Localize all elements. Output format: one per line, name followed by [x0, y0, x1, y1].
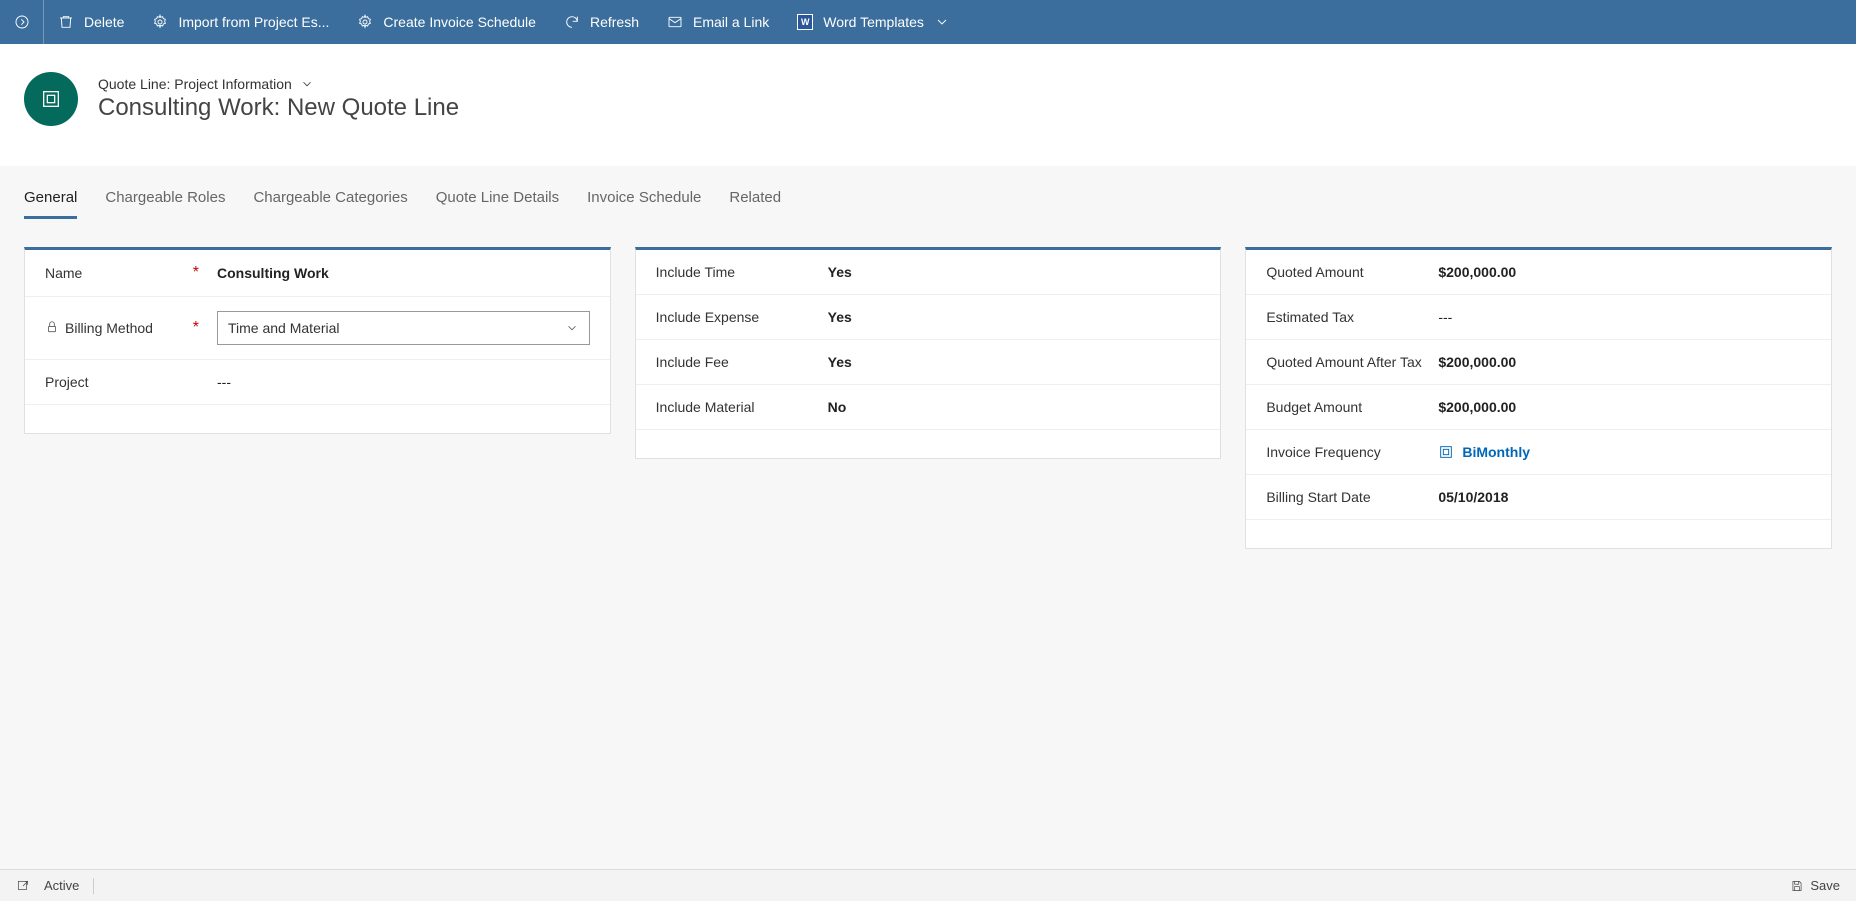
separator	[93, 878, 94, 894]
include-time-label: Include Time	[656, 264, 735, 280]
popout-button[interactable]	[16, 879, 30, 893]
field-invoice-frequency[interactable]: Invoice Frequency BiMonthly	[1246, 430, 1831, 475]
field-include-material[interactable]: Include Material No	[636, 385, 1221, 430]
status-label: Active	[44, 878, 79, 893]
billing-method-select[interactable]: Time and Material	[217, 311, 590, 345]
billing-start-label: Billing Start Date	[1266, 489, 1370, 505]
chevron-down-icon	[934, 14, 950, 30]
field-budget-amount[interactable]: Budget Amount $200,000.00	[1246, 385, 1831, 430]
field-estimated-tax[interactable]: Estimated Tax ---	[1246, 295, 1831, 340]
tab-related[interactable]: Related	[729, 189, 781, 219]
billing-method-value: Time and Material	[228, 320, 340, 336]
page-header: Quote Line: Project Information Consulti…	[0, 44, 1856, 166]
form-selector[interactable]: Quote Line: Project Information	[98, 76, 459, 92]
page-title: Consulting Work: New Quote Line	[98, 94, 459, 122]
include-material-label: Include Material	[656, 399, 755, 415]
field-include-time[interactable]: Include Time Yes	[636, 250, 1221, 295]
billing-start-value: 05/10/2018	[1438, 489, 1811, 505]
project-value: ---	[217, 374, 590, 390]
budget-amount-label: Budget Amount	[1266, 399, 1362, 415]
invoice-frequency-text: BiMonthly	[1462, 444, 1530, 460]
word-templates-button[interactable]: W Word Templates	[783, 0, 964, 44]
required-marker: *	[193, 319, 199, 337]
field-billing-start-date[interactable]: Billing Start Date 05/10/2018	[1246, 475, 1831, 520]
project-label: Project	[45, 374, 89, 390]
word-templates-label: Word Templates	[823, 14, 924, 30]
chevron-down-icon	[300, 77, 314, 91]
tab-invoice-schedule[interactable]: Invoice Schedule	[587, 189, 701, 219]
email-link-button[interactable]: Email a Link	[653, 0, 783, 44]
delete-label: Delete	[84, 14, 124, 30]
email-link-label: Email a Link	[693, 14, 769, 30]
word-icon: W	[797, 14, 813, 30]
save-label: Save	[1810, 878, 1840, 893]
status-bar: Active Save	[0, 869, 1856, 901]
form-body: Name * Consulting Work Billing Method * …	[0, 219, 1856, 869]
quote-line-icon	[40, 88, 62, 110]
name-label: Name	[45, 265, 82, 281]
refresh-icon	[564, 14, 580, 30]
include-expense-value: Yes	[828, 309, 1201, 325]
field-quoted-after-tax[interactable]: Quoted Amount After Tax $200,000.00	[1246, 340, 1831, 385]
entity-icon	[24, 72, 78, 126]
nav-back-button[interactable]	[0, 0, 44, 44]
gear-icon	[152, 14, 168, 30]
trash-icon	[58, 14, 74, 30]
create-invoice-schedule-button[interactable]: Create Invoice Schedule	[343, 0, 550, 44]
tab-list: General Chargeable Roles Chargeable Cate…	[0, 166, 1856, 219]
command-bar: Delete Import from Project Es... Create …	[0, 0, 1856, 44]
breadcrumb-label: Quote Line: Project Information	[98, 76, 292, 92]
chevron-down-icon	[565, 321, 579, 335]
tab-quote-line-details[interactable]: Quote Line Details	[436, 189, 559, 219]
quoted-amount-value: $200,000.00	[1438, 264, 1811, 280]
delete-button[interactable]: Delete	[44, 0, 138, 44]
estimated-tax-value: ---	[1438, 309, 1811, 325]
save-icon	[1790, 879, 1804, 893]
include-material-value: No	[828, 399, 1201, 415]
field-name[interactable]: Name * Consulting Work	[25, 250, 610, 297]
gear-icon	[357, 14, 373, 30]
lock-icon	[45, 320, 59, 337]
card-padding	[1246, 520, 1831, 548]
name-value: Consulting Work	[217, 265, 590, 281]
invoice-frequency-label: Invoice Frequency	[1266, 444, 1380, 460]
tab-chargeable-roles[interactable]: Chargeable Roles	[105, 189, 225, 219]
card-general: Name * Consulting Work Billing Method * …	[24, 247, 611, 434]
refresh-button[interactable]: Refresh	[550, 0, 653, 44]
include-expense-label: Include Expense	[656, 309, 760, 325]
field-quoted-amount[interactable]: Quoted Amount $200,000.00	[1246, 250, 1831, 295]
include-fee-label: Include Fee	[656, 354, 729, 370]
save-button[interactable]: Save	[1790, 878, 1840, 893]
card-padding	[25, 405, 610, 433]
field-include-expense[interactable]: Include Expense Yes	[636, 295, 1221, 340]
tab-chargeable-categories[interactable]: Chargeable Categories	[253, 189, 407, 219]
quoted-amount-label: Quoted Amount	[1266, 264, 1363, 280]
create-schedule-label: Create Invoice Schedule	[383, 14, 536, 30]
import-button[interactable]: Import from Project Es...	[138, 0, 343, 44]
refresh-label: Refresh	[590, 14, 639, 30]
card-includes: Include Time Yes Include Expense Yes Inc…	[635, 247, 1222, 459]
include-fee-value: Yes	[828, 354, 1201, 370]
quoted-after-tax-value: $200,000.00	[1438, 354, 1811, 370]
tab-general[interactable]: General	[24, 189, 77, 219]
field-billing-method: Billing Method * Time and Material	[25, 297, 610, 360]
card-amounts: Quoted Amount $200,000.00 Estimated Tax …	[1245, 247, 1832, 549]
field-project[interactable]: Project ---	[25, 360, 610, 405]
card-padding	[636, 430, 1221, 458]
include-time-value: Yes	[828, 264, 1201, 280]
popout-icon	[16, 879, 30, 893]
import-label: Import from Project Es...	[178, 14, 329, 30]
budget-amount-value: $200,000.00	[1438, 399, 1811, 415]
lookup-icon	[1438, 444, 1454, 460]
invoice-frequency-value[interactable]: BiMonthly	[1438, 444, 1811, 460]
quoted-after-tax-label: Quoted Amount After Tax	[1266, 354, 1421, 370]
email-icon	[667, 14, 683, 30]
estimated-tax-label: Estimated Tax	[1266, 309, 1354, 325]
chevron-right-circle-icon	[14, 14, 30, 30]
billing-method-label: Billing Method	[65, 320, 153, 336]
field-include-fee[interactable]: Include Fee Yes	[636, 340, 1221, 385]
required-marker: *	[193, 264, 199, 282]
